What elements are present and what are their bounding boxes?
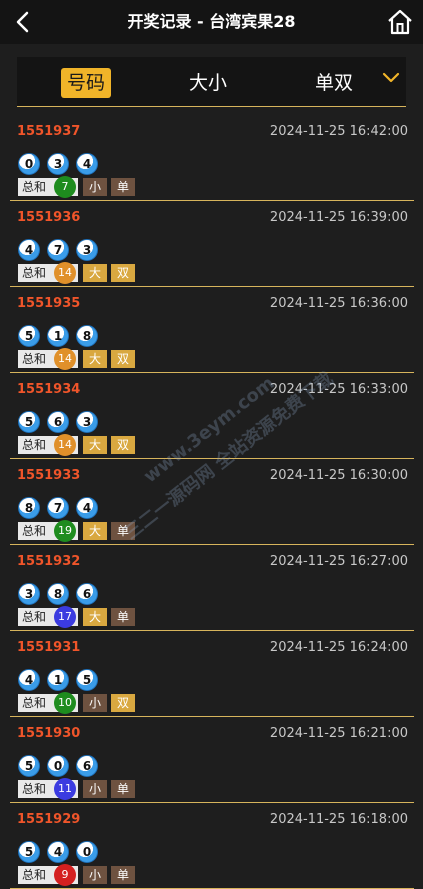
home-icon[interactable] <box>385 7 415 37</box>
number-ball: 0 <box>18 153 40 175</box>
parity-tag: 单 <box>111 780 135 798</box>
number-ball: 4 <box>18 239 40 261</box>
draw-record-row: 1551932 2024-11-25 16:27:00 3 8 6 总和 17 大单 <box>0 544 423 631</box>
sum-value: 17 <box>54 606 76 628</box>
number-ball: 0 <box>47 755 69 777</box>
number-ball: 4 <box>18 669 40 691</box>
draw-time: 2024-11-25 16:42:00 <box>269 124 408 139</box>
size-tag: 大 <box>83 608 107 626</box>
issue-number: 1551929 <box>17 812 81 827</box>
number-ball: 8 <box>76 325 98 347</box>
tab-parity[interactable]: 单双 <box>315 68 353 98</box>
number-ball: 5 <box>18 325 40 347</box>
number-ball: 6 <box>47 411 69 433</box>
draw-record-row: 1551931 2024-11-25 16:24:00 4 1 5 总和 10 小双 <box>0 630 423 717</box>
draw-record-row: 1551936 2024-11-25 16:39:00 4 7 3 总和 14 大双 <box>0 200 423 287</box>
draw-time: 2024-11-25 16:18:00 <box>269 812 408 827</box>
number-ball: 5 <box>76 669 98 691</box>
issue-number: 1551935 <box>17 296 81 311</box>
size-tag: 大 <box>83 350 107 368</box>
number-ball: 6 <box>76 755 98 777</box>
parity-tag: 单 <box>111 178 135 196</box>
sum-value: 14 <box>54 262 76 284</box>
size-tag: 大 <box>83 522 107 540</box>
draw-time: 2024-11-25 16:36:00 <box>269 296 408 311</box>
sum-value: 11 <box>54 778 76 800</box>
issue-number: 1551932 <box>17 554 81 569</box>
size-tag: 大 <box>83 264 107 282</box>
page-title: 开奖记录 - 台湾宾果28 <box>127 12 296 31</box>
draw-record-row: 1551935 2024-11-25 16:36:00 5 1 8 总和 14 大双 <box>0 286 423 373</box>
chevron-down-icon[interactable] <box>380 69 402 87</box>
number-ball: 4 <box>76 153 98 175</box>
sum-value: 7 <box>54 176 76 198</box>
issue-number: 1551934 <box>17 382 81 397</box>
draw-record-row: 1551929 2024-11-25 16:18:00 5 4 0 总和 9 小单 <box>0 802 423 889</box>
issue-number: 1551937 <box>17 124 81 139</box>
draw-time: 2024-11-25 16:27:00 <box>269 554 408 569</box>
draw-time: 2024-11-25 16:33:00 <box>269 382 408 397</box>
parity-tag: 单 <box>111 866 135 884</box>
sum-value: 14 <box>54 348 76 370</box>
sum-value: 14 <box>54 434 76 456</box>
top-bar: 开奖记录 - 台湾宾果28 <box>0 0 423 44</box>
sum-value: 10 <box>54 692 76 714</box>
draw-time: 2024-11-25 16:21:00 <box>269 726 408 741</box>
parity-tag: 双 <box>111 264 135 282</box>
number-ball: 6 <box>76 583 98 605</box>
number-ball: 7 <box>47 497 69 519</box>
parity-tag: 双 <box>111 350 135 368</box>
number-ball: 3 <box>47 153 69 175</box>
issue-number: 1551933 <box>17 468 81 483</box>
draw-record-row: 1551933 2024-11-25 16:30:00 8 7 4 总和 19 大单 <box>0 458 423 545</box>
size-tag: 小 <box>83 866 107 884</box>
size-tag: 小 <box>83 178 107 196</box>
number-ball: 1 <box>47 325 69 347</box>
number-ball: 8 <box>18 497 40 519</box>
draw-time: 2024-11-25 16:39:00 <box>269 210 408 225</box>
number-ball: 1 <box>47 669 69 691</box>
number-ball: 4 <box>76 497 98 519</box>
number-ball: 5 <box>18 841 40 863</box>
issue-number: 1551930 <box>17 726 81 741</box>
tabs-divider <box>17 106 406 107</box>
issue-number: 1551931 <box>17 640 81 655</box>
sum-value: 19 <box>54 520 76 542</box>
number-ball: 3 <box>76 239 98 261</box>
parity-tag: 单 <box>111 522 135 540</box>
tab-numbers[interactable]: 号码 <box>61 68 112 98</box>
tab-size[interactable]: 大小 <box>189 68 227 98</box>
draw-record-row: 1551930 2024-11-25 16:21:00 5 0 6 总和 11 小单 <box>0 716 423 803</box>
number-ball: 0 <box>76 841 98 863</box>
number-ball: 8 <box>47 583 69 605</box>
parity-tag: 单 <box>111 608 135 626</box>
sum-value: 9 <box>54 864 76 886</box>
number-ball: 3 <box>76 411 98 433</box>
size-tag: 大 <box>83 436 107 454</box>
issue-number: 1551936 <box>17 210 81 225</box>
number-ball: 7 <box>47 239 69 261</box>
draw-record-row: 1551934 2024-11-25 16:33:00 5 6 3 总和 14 大双 <box>0 372 423 459</box>
number-ball: 5 <box>18 755 40 777</box>
size-tag: 小 <box>83 780 107 798</box>
draw-time: 2024-11-25 16:24:00 <box>269 640 408 655</box>
parity-tag: 双 <box>111 436 135 454</box>
parity-tag: 双 <box>111 694 135 712</box>
size-tag: 小 <box>83 694 107 712</box>
number-ball: 3 <box>18 583 40 605</box>
number-ball: 5 <box>18 411 40 433</box>
draw-record-row: 1551937 2024-11-25 16:42:00 0 3 4 总和 7 小单 <box>0 114 423 201</box>
tab-bar: 号码 大小 单双 <box>17 57 406 106</box>
number-ball: 4 <box>47 841 69 863</box>
draw-record-list: 1551937 2024-11-25 16:42:00 0 3 4 总和 7 小单 155193… <box>0 114 423 889</box>
draw-time: 2024-11-25 16:30:00 <box>269 468 408 483</box>
